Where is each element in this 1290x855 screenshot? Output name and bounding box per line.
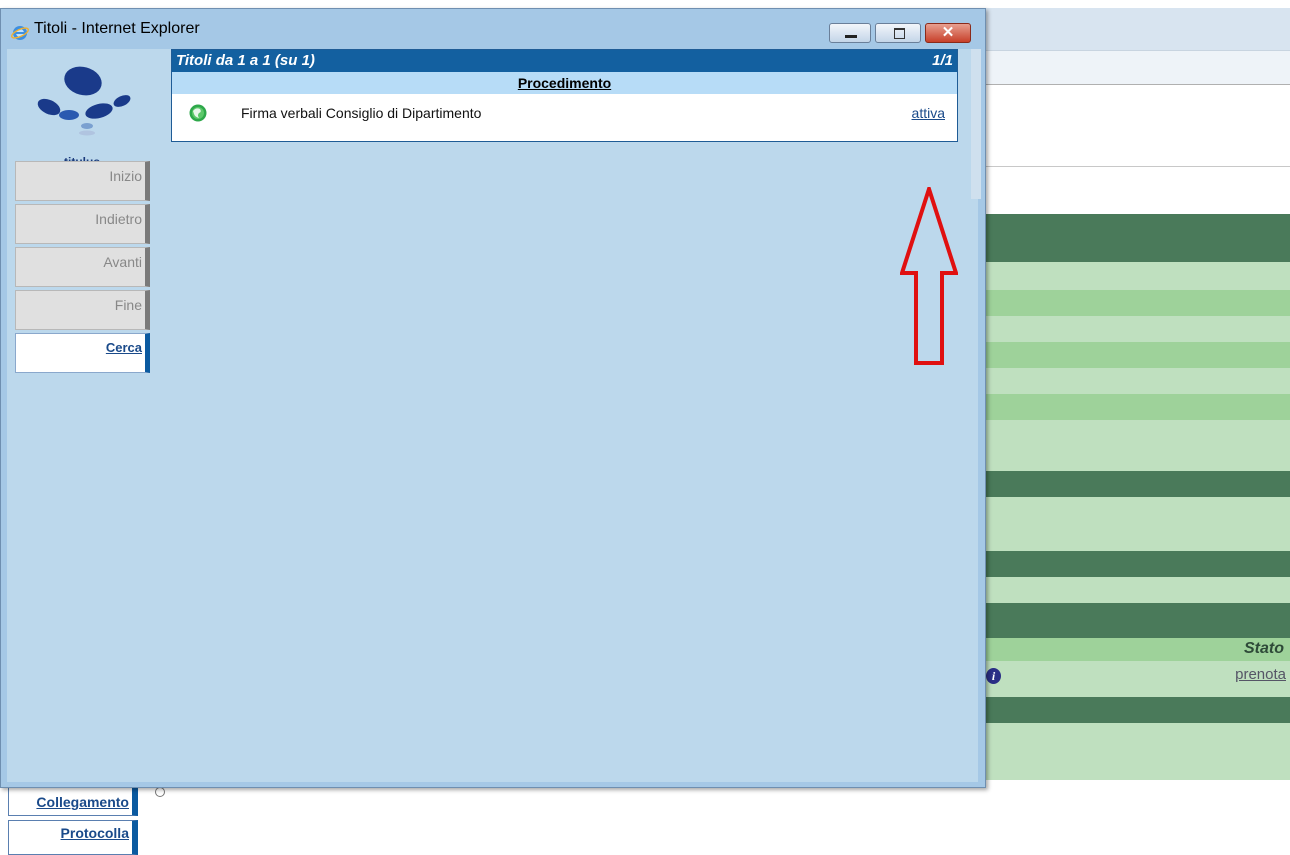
background-band: [986, 577, 1290, 603]
background-toolbar: [986, 8, 1290, 50]
background-band: [986, 420, 1290, 471]
results-title: Titoli da 1 a 1 (su 1): [176, 52, 315, 69]
maximize-icon: [894, 28, 905, 39]
background-band: [986, 723, 1290, 780]
green-globe-icon: [189, 104, 207, 122]
background-band: [986, 471, 1290, 497]
row-procedimento-text[interactable]: Firma verbali Consiglio di Dipartimento: [241, 94, 481, 132]
red-up-arrow-icon: [900, 187, 958, 365]
stato-column-header: Stato: [1244, 640, 1284, 657]
background-band: [986, 316, 1290, 342]
background-band: [986, 497, 1290, 551]
background-band: [986, 551, 1290, 577]
window-title: Titoli - Internet Explorer: [34, 20, 200, 37]
ie-window: Titoli - Internet Explorer ✕ titulus Ini…: [0, 8, 986, 788]
background-band: [986, 603, 1290, 638]
attiva-link[interactable]: attiva: [912, 94, 945, 132]
results-table: Titoli da 1 a 1 (su 1) 1/1 Procedimento …: [171, 49, 958, 142]
background-subbar: [986, 50, 1290, 85]
close-icon: ✕: [941, 24, 955, 41]
results-pager: 1/1: [932, 52, 953, 69]
titulus-logo: titulus: [27, 59, 137, 169]
window-content: titulus Inizio Indietro Avanti Fine Cerc…: [7, 49, 978, 782]
table-row[interactable]: Firma verbali Consiglio di Dipartimento …: [172, 94, 957, 132]
background-band: [986, 290, 1290, 316]
titulus-logo-icon: [37, 66, 131, 136]
nav-cerca-button[interactable]: Cerca: [15, 333, 150, 373]
prenota-link[interactable]: prenota: [1235, 666, 1286, 683]
info-icon[interactable]: i: [986, 668, 1001, 684]
vertical-scrollbar[interactable]: [971, 49, 981, 199]
background-band: [986, 342, 1290, 368]
internet-explorer-icon: [11, 26, 29, 40]
column-procedimento[interactable]: Procedimento: [172, 72, 957, 94]
nav-avanti-button[interactable]: Avanti: [15, 247, 150, 287]
background-panel: [986, 90, 1290, 166]
background-band: [986, 697, 1290, 723]
nav-indietro-button[interactable]: Indietro: [15, 204, 150, 244]
nav-fine-button[interactable]: Fine: [15, 290, 150, 330]
close-button[interactable]: ✕: [925, 23, 971, 43]
minimize-icon: [845, 35, 857, 38]
background-band: [986, 214, 1290, 262]
radio-circle-icon[interactable]: [155, 787, 165, 797]
background-hline: [986, 166, 1290, 167]
results-header: Titoli da 1 a 1 (su 1) 1/1: [172, 50, 957, 72]
background-band: [986, 262, 1290, 290]
protocolla-button[interactable]: Protocolla: [8, 820, 138, 855]
nav-inizio-button[interactable]: Inizio: [15, 161, 150, 201]
window-titlebar[interactable]: Titoli - Internet Explorer ✕: [1, 9, 985, 49]
background-band: [986, 394, 1290, 420]
maximize-button[interactable]: [875, 23, 921, 43]
minimize-button[interactable]: [829, 23, 871, 43]
background-band: [986, 368, 1290, 394]
